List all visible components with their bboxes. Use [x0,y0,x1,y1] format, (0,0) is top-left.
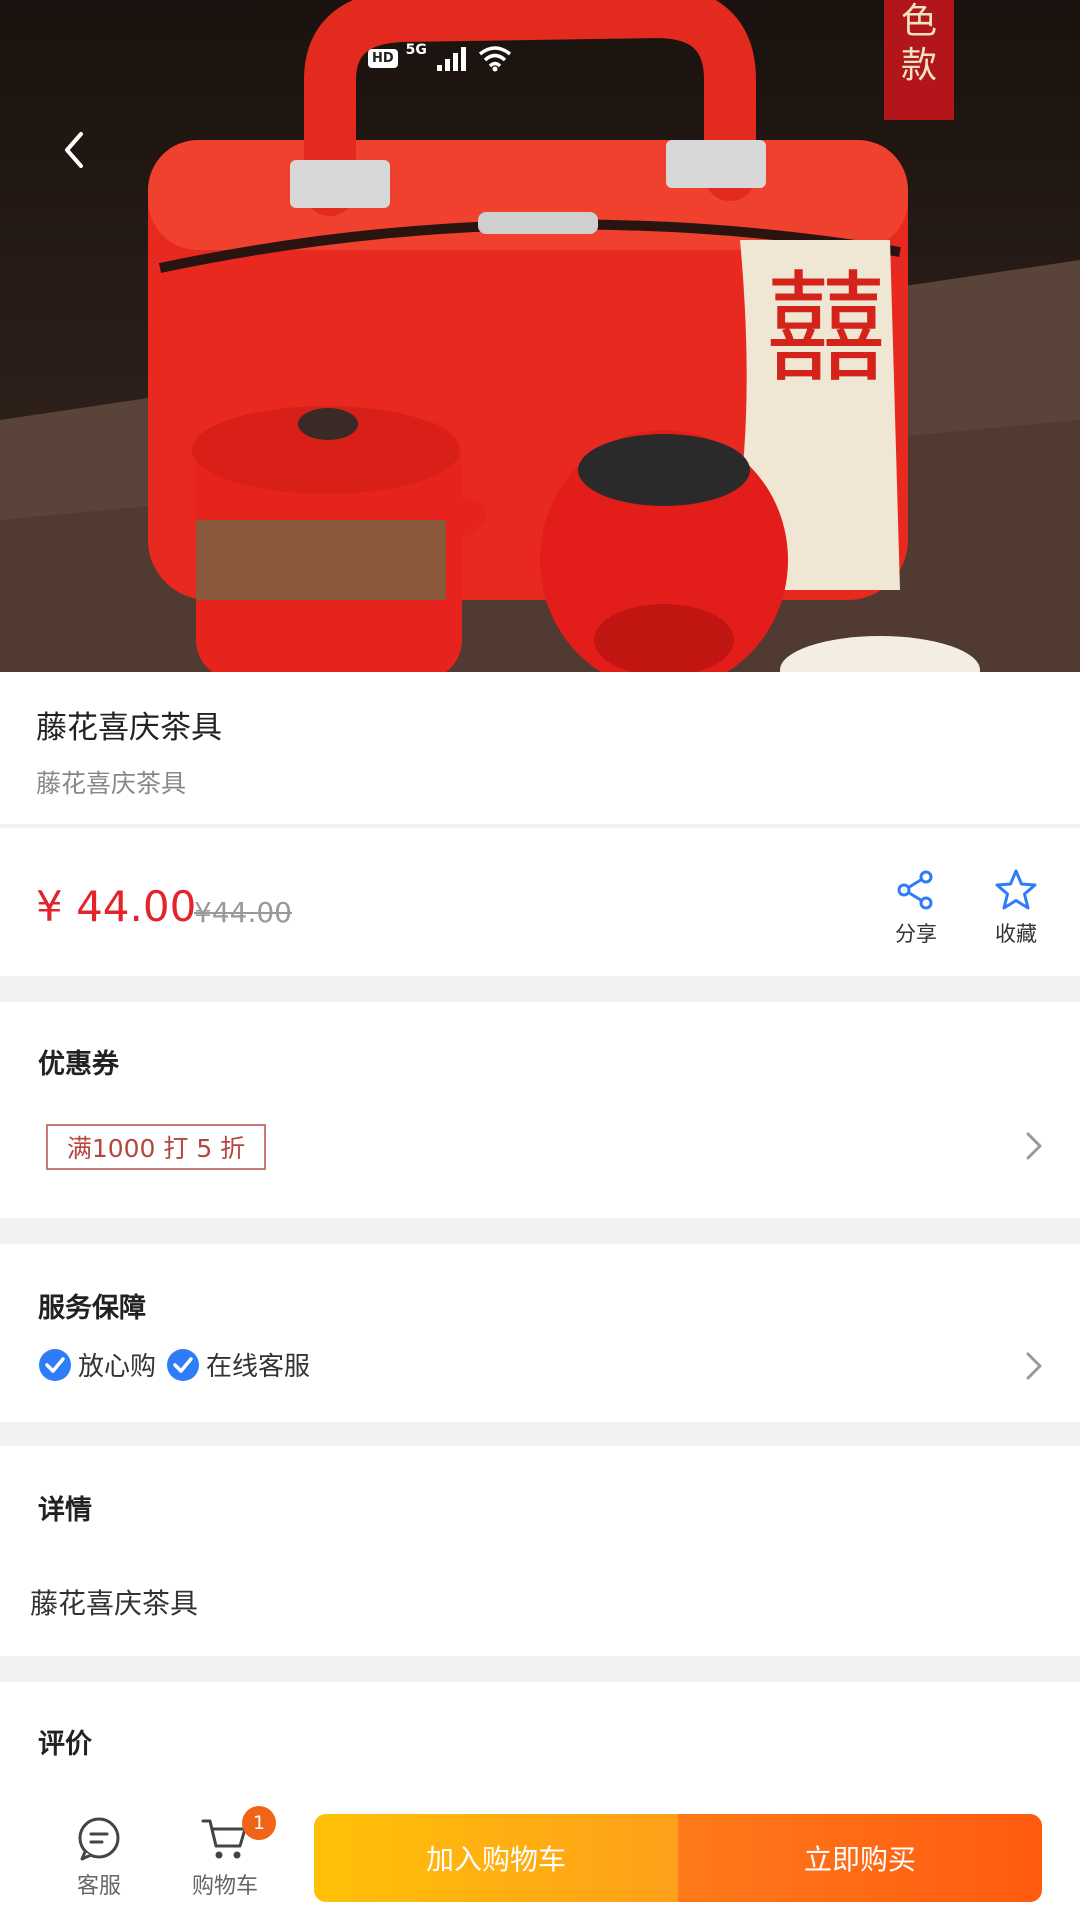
coupon-section[interactable]: 优惠券 满1000 打 5 折 [0,1002,1080,1218]
service-item-label: 在线客服 [206,1352,311,1382]
back-button[interactable] [48,124,100,176]
check-circle-icon [167,1348,200,1381]
detail-section: 详情 藤花喜庆茶具 [0,1446,1080,1656]
star-icon [995,869,1037,910]
price-card: ¥ 44.00 ¥44.00 分享 收藏 [0,828,1080,976]
coupon-heading: 优惠券 [38,1049,119,1080]
back-arrow-icon [65,132,83,168]
favorite-button[interactable]: 收藏 [976,868,1056,948]
buy-now-button[interactable]: 立即购买 [678,1814,1042,1902]
favorite-label: 收藏 [995,922,1037,946]
signal-icon [436,47,466,71]
share-label: 分享 [895,922,937,946]
service-item-worry-free: 放心购 [38,1346,156,1383]
service-list: 放心购 在线客服 [38,1346,310,1383]
chevron-right-icon[interactable] [1022,1348,1046,1384]
svg-text:囍: 囍 [766,260,886,399]
coupon-tag[interactable]: 满1000 打 5 折 [46,1124,266,1170]
chat-bubble-icon [78,1817,120,1861]
service-heading: 服务保障 [38,1293,146,1324]
corner-label: 色款 [900,1,937,86]
purchase-buttons: 加入购物车 立即购买 [314,1814,1042,1902]
hd-indicator: HD [368,48,398,68]
customer-service-label: 客服 [76,1874,121,1899]
detail-heading: 详情 [38,1495,92,1526]
original-price: ¥44.00 [194,896,292,929]
service-item-online-support: 在线客服 [166,1346,310,1383]
share-button[interactable]: 分享 [876,868,956,948]
product-title-card: 藤花喜庆茶具 藤花喜庆茶具 [0,672,1080,824]
customer-service-button[interactable]: 客服 [54,1816,144,1900]
review-heading: 评价 [38,1729,92,1760]
service-guarantee-section[interactable]: 服务保障 放心购 在线客服 [0,1244,1080,1422]
bottom-action-bar: 客服 1 购物车 加入购物车 立即购买 [0,1788,1080,1920]
chevron-right-icon[interactable] [1022,1128,1046,1164]
network-type: 5G [405,42,427,58]
wifi-icon [478,46,511,72]
check-circle-icon [39,1348,71,1381]
product-subtitle: 藤花喜庆茶具 [36,769,187,798]
share-icon [897,870,933,910]
service-item-label: 放心购 [78,1352,157,1382]
product-title: 藤花喜庆茶具 [36,710,222,746]
status-bar: HD 5G [368,42,513,72]
detail-text: 藤花喜庆茶具 [30,1587,199,1620]
product-image[interactable]: 囍 色款 HD 5G [0,0,1080,672]
add-to-cart-button[interactable]: 加入购物车 [314,1814,678,1902]
product-photo: 囍 [0,0,1080,672]
cart-button[interactable]: 1 购物车 [180,1806,276,1900]
cart-label: 购物车 [191,1874,258,1899]
cart-count-badge: 1 [242,1806,276,1840]
current-price: ¥ 44.00 [36,882,197,931]
